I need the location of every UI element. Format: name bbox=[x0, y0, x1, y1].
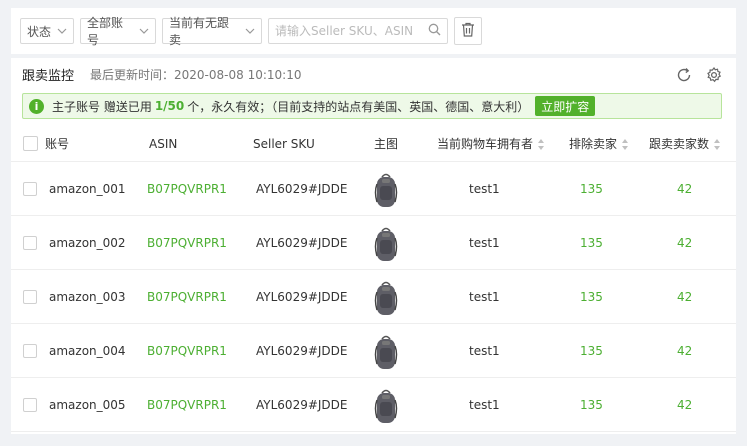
trash-icon bbox=[461, 22, 475, 40]
row-asin-link[interactable]: B07PQVRPR1 bbox=[147, 182, 227, 196]
row-owner: test1 bbox=[469, 235, 500, 250]
header-followers[interactable]: 跟卖卖家数 bbox=[649, 135, 721, 152]
row-checkbox[interactable] bbox=[23, 343, 37, 358]
status-select-label: 状态 bbox=[27, 24, 52, 39]
search-input[interactable] bbox=[275, 24, 428, 38]
row-followers[interactable]: 42 bbox=[677, 344, 692, 358]
row-account: amazon_001 bbox=[49, 181, 126, 196]
header-excluded[interactable]: 排除卖家 bbox=[569, 135, 629, 152]
header-owner-label: 当前购物车拥有者 bbox=[437, 137, 534, 151]
row-asin-link[interactable]: B07PQVRPR1 bbox=[147, 236, 227, 250]
header-image: 主图 bbox=[374, 137, 399, 151]
account-select[interactable]: 全部账号 bbox=[80, 16, 156, 47]
row-account: amazon_002 bbox=[49, 235, 126, 250]
row-sku: AYL6029#JDDE bbox=[256, 397, 348, 412]
row-sku: AYL6029#JDDE bbox=[256, 181, 348, 196]
row-account: amazon_004 bbox=[49, 343, 126, 358]
row-owner: test1 bbox=[469, 343, 500, 358]
row-owner: test1 bbox=[469, 181, 500, 196]
row-checkbox[interactable] bbox=[23, 181, 37, 196]
follow-monitor-panel: 跟卖监控 最后更新时间：2020-08-08 10:10:10 i 主子账号 赠… bbox=[11, 58, 736, 434]
row-account: amazon_003 bbox=[49, 289, 126, 304]
row-sku: AYL6029#JDDE bbox=[256, 343, 348, 358]
table-row: amazon_005 B07PQVRPR1 AYL6029#JDDE test1 135… bbox=[11, 378, 736, 432]
table-row: amazon_003 B07PQVRPR1 AYL6029#JDDE test1 135… bbox=[11, 270, 736, 324]
page-title: 跟卖监控 bbox=[22, 68, 75, 84]
last-updated-text: 最后更新时间：2020-08-08 10:10:10 bbox=[90, 67, 302, 82]
row-sku: AYL6029#JDDE bbox=[256, 289, 348, 304]
quota-notice: i 主子账号 赠送已用 1/50 个，永久有效；（目前支持的站点有美国、英国、德… bbox=[22, 93, 722, 119]
notice-prefix: 主子账号 赠送已用 bbox=[52, 99, 152, 114]
header-account: 账号 bbox=[45, 137, 70, 151]
gear-icon[interactable] bbox=[706, 67, 722, 86]
product-image[interactable] bbox=[373, 388, 399, 424]
product-image[interactable] bbox=[373, 334, 399, 370]
refresh-icon[interactable] bbox=[676, 67, 692, 86]
row-checkbox[interactable] bbox=[23, 397, 37, 412]
panel-header: 跟卖监控 最后更新时间：2020-08-08 10:10:10 bbox=[11, 58, 736, 90]
follow-select-label: 当前有无跟卖 bbox=[169, 16, 230, 47]
row-excluded[interactable]: 135 bbox=[580, 398, 603, 412]
row-followers[interactable]: 42 bbox=[677, 398, 692, 412]
row-followers[interactable]: 42 bbox=[677, 182, 692, 196]
table-row: amazon_002 B07PQVRPR1 AYL6029#JDDE test1 135… bbox=[11, 216, 736, 270]
row-account: amazon_005 bbox=[49, 397, 126, 412]
sort-icon bbox=[714, 139, 721, 150]
header-owner[interactable]: 当前购物车拥有者 bbox=[437, 135, 545, 152]
header-excluded-label: 排除卖家 bbox=[569, 137, 618, 151]
chevron-down-icon bbox=[139, 26, 149, 36]
follow-select[interactable]: 当前有无跟卖 bbox=[162, 16, 262, 47]
follow-table: 账号 ASIN Seller SKU 主图 当前购物车拥有者 排除卖家 跟卖卖家… bbox=[11, 126, 736, 432]
table-row: amazon_001 B07PQVRPR1 AYL6029#JDDE test1 135… bbox=[11, 162, 736, 216]
search-box bbox=[268, 18, 448, 44]
delete-button[interactable] bbox=[454, 17, 482, 45]
status-select[interactable]: 状态 bbox=[20, 18, 74, 44]
notice-suffix: 个，永久有效；（目前支持的站点有美国、英国、德国、意大利） bbox=[187, 99, 530, 114]
panel-actions bbox=[676, 67, 722, 86]
sort-icon bbox=[538, 139, 545, 150]
filter-bar: 状态 全部账号 当前有无跟卖 bbox=[11, 8, 736, 54]
table-body: amazon_001 B07PQVRPR1 AYL6029#JDDE test1 135… bbox=[11, 162, 736, 432]
row-asin-link[interactable]: B07PQVRPR1 bbox=[147, 398, 227, 412]
row-excluded[interactable]: 135 bbox=[580, 182, 603, 196]
select-all-checkbox[interactable] bbox=[23, 136, 38, 151]
product-image[interactable] bbox=[373, 226, 399, 262]
row-excluded[interactable]: 135 bbox=[580, 290, 603, 304]
row-asin-link[interactable]: B07PQVRPR1 bbox=[147, 290, 227, 304]
row-excluded[interactable]: 135 bbox=[580, 344, 603, 358]
row-owner: test1 bbox=[469, 289, 500, 304]
product-image[interactable] bbox=[373, 280, 399, 316]
table-row: amazon_004 B07PQVRPR1 AYL6029#JDDE test1 135… bbox=[11, 324, 736, 378]
chevron-down-icon bbox=[245, 26, 255, 36]
row-asin-link[interactable]: B07PQVRPR1 bbox=[147, 344, 227, 358]
account-select-label: 全部账号 bbox=[87, 16, 124, 47]
product-image[interactable] bbox=[373, 172, 399, 208]
header-sku: Seller SKU bbox=[253, 136, 315, 151]
chevron-down-icon bbox=[57, 26, 67, 36]
row-followers[interactable]: 42 bbox=[677, 290, 692, 304]
row-owner: test1 bbox=[469, 397, 500, 412]
row-checkbox[interactable] bbox=[23, 289, 37, 304]
row-followers[interactable]: 42 bbox=[677, 236, 692, 250]
info-icon: i bbox=[29, 98, 44, 114]
header-followers-label: 跟卖卖家数 bbox=[649, 137, 710, 151]
row-sku: AYL6029#JDDE bbox=[256, 235, 348, 250]
row-excluded[interactable]: 135 bbox=[580, 236, 603, 250]
quota-used: 1/50 bbox=[154, 99, 185, 113]
expand-quota-button[interactable]: 立即扩容 bbox=[535, 96, 596, 116]
table-header: 账号 ASIN Seller SKU 主图 当前购物车拥有者 排除卖家 跟卖卖家… bbox=[11, 126, 736, 162]
header-asin: ASIN bbox=[149, 136, 178, 151]
search-icon[interactable] bbox=[428, 23, 441, 39]
sort-icon bbox=[622, 139, 629, 150]
row-checkbox[interactable] bbox=[23, 235, 37, 250]
